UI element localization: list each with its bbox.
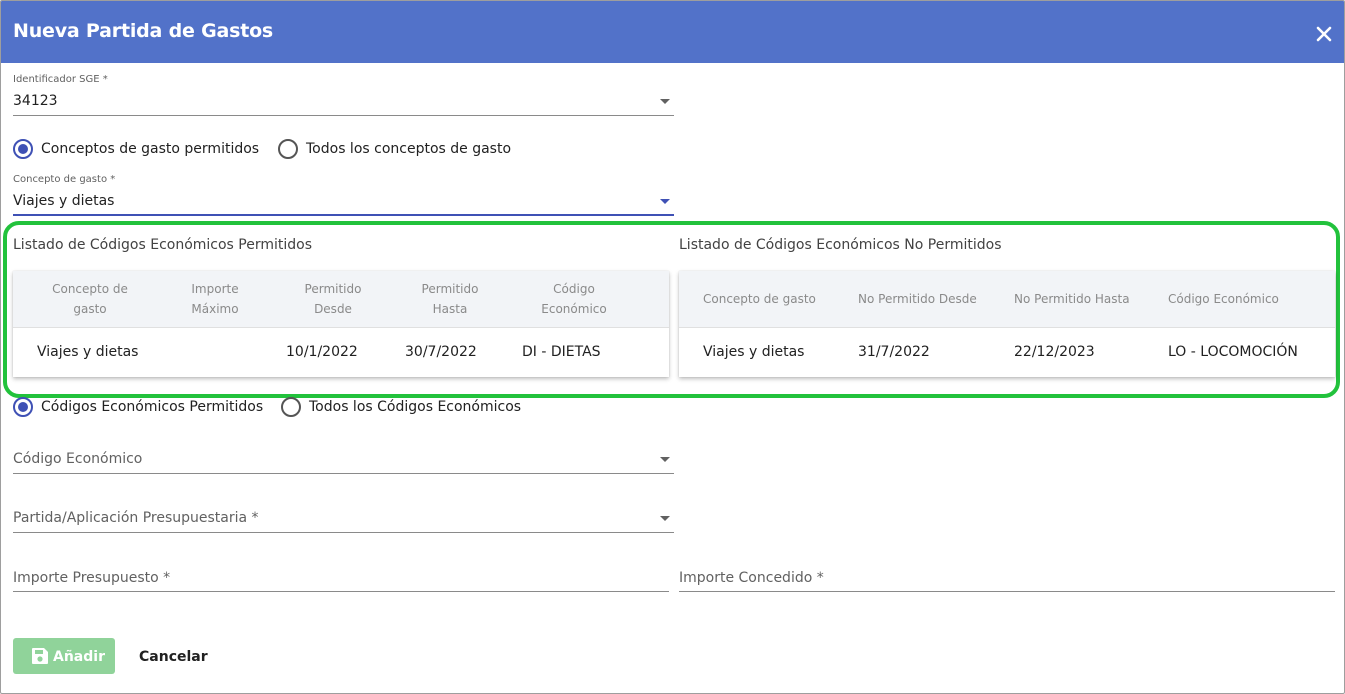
table-cell: 10/1/2022: [286, 344, 358, 360]
no-permitidos-table: Concepto de gasto No Permitido Desde No …: [679, 271, 1335, 377]
column-header[interactable]: Concepto de gasto: [37, 279, 143, 319]
permitidos-list-title: Listado de Códigos Económicos Permitidos: [13, 237, 313, 253]
partida-placeholder: Partida/Aplicación Presupuestaria *: [13, 510, 259, 526]
dialog-header: Nueva Partida de Gastos: [1, 1, 1344, 63]
table-cell: 30/7/2022: [405, 344, 477, 360]
permitidos-table: Concepto de gasto Importe Máximo Permitido…: [13, 271, 669, 377]
radio-label: Conceptos de gasto permitidos: [41, 141, 260, 157]
new-expense-item-dialog: Nueva Partida de Gastos Identificador SG…: [0, 0, 1345, 694]
codigo-economico-underline: [13, 473, 674, 474]
no-permitidos-list-title: Listado de Códigos Económicos No Permiti…: [679, 237, 1002, 253]
column-header[interactable]: Permitido Desde: [281, 279, 385, 319]
sge-label: Identificador SGE *: [13, 74, 108, 85]
chevron-down-icon: [660, 457, 670, 462]
table-header: Concepto de gasto Importe Máximo Permitido…: [13, 271, 669, 328]
importe-presupuesto-underline: [13, 591, 669, 592]
partida-underline: [13, 532, 674, 533]
sge-value: 34123: [13, 93, 58, 109]
close-button[interactable]: [1309, 19, 1339, 49]
column-header[interactable]: Código Económico: [1168, 289, 1279, 309]
table-cell: 22/12/2023: [1014, 344, 1095, 360]
cancel-button-label: Cancelar: [139, 649, 208, 665]
add-button-label: Añadir: [53, 649, 105, 665]
chevron-down-icon: [660, 516, 670, 521]
radio-button[interactable]: [281, 397, 301, 417]
add-button[interactable]: Añadir: [13, 638, 115, 674]
column-header[interactable]: Permitido Hasta: [398, 279, 502, 319]
table-cell: DI - DIETAS: [522, 344, 601, 360]
close-icon: [1316, 26, 1332, 42]
radio-button[interactable]: [278, 139, 298, 159]
table-cell: 31/7/2022: [858, 344, 930, 360]
radio-button-checked[interactable]: [13, 139, 33, 159]
table-cell: LO - LOCOMOCIÓN: [1168, 344, 1298, 360]
dialog-title: Nueva Partida de Gastos: [13, 20, 274, 42]
column-header[interactable]: Código Económico: [522, 279, 626, 319]
importe-concedido-underline: [679, 591, 1335, 592]
column-header[interactable]: Importe Máximo: [163, 279, 267, 319]
chevron-down-icon: [660, 199, 670, 204]
radio-button-checked[interactable]: [13, 397, 33, 417]
save-icon: [32, 648, 48, 664]
radio-label: Todos los Códigos Económicos: [309, 399, 522, 415]
concepto-underline: [13, 214, 674, 216]
cancel-button[interactable]: Cancelar: [129, 638, 215, 674]
table-cell: Viajes y dietas: [37, 344, 139, 360]
importe-concedido-placeholder: Importe Concedido *: [679, 570, 824, 586]
table-cell: Viajes y dietas: [703, 344, 805, 360]
concepto-label: Concepto de gasto *: [13, 174, 116, 185]
radio-label: Códigos Económicos Permitidos: [41, 399, 264, 415]
column-header[interactable]: Concepto de gasto: [703, 289, 816, 309]
codigo-economico-placeholder: Código Económico: [13, 451, 143, 467]
importe-presupuesto-placeholder: Importe Presupuesto *: [13, 570, 171, 586]
concepto-value: Viajes y dietas: [13, 193, 115, 209]
chevron-down-icon: [660, 99, 670, 104]
sge-underline: [13, 115, 674, 116]
column-header[interactable]: No Permitido Hasta: [1014, 289, 1130, 309]
column-header[interactable]: No Permitido Desde: [858, 289, 977, 309]
radio-label: Todos los conceptos de gasto: [306, 141, 512, 157]
table-header: Concepto de gasto No Permitido Desde No …: [679, 271, 1335, 328]
